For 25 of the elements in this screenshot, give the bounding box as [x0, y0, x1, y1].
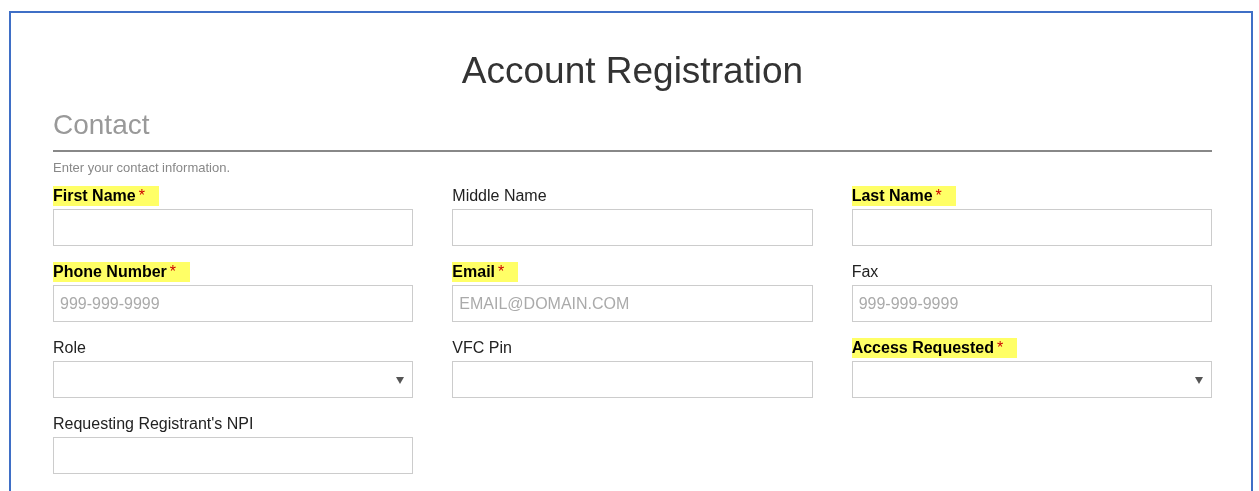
caret-icon — [396, 377, 405, 384]
field-label: Role — [53, 338, 87, 358]
field-label: Email * — [452, 262, 519, 282]
field-label: Access Requested * — [851, 338, 1018, 358]
field-label: Requesting Registrant's NPI — [53, 414, 255, 434]
field-label: Middle Name — [452, 186, 548, 206]
input-field[interactable]: 999-999-9999 — [851, 285, 1212, 322]
input-field[interactable] — [452, 209, 813, 246]
caret-icon — [1195, 377, 1203, 384]
input-field[interactable] — [53, 437, 414, 474]
page-title: Account Registration — [460, 49, 805, 93]
input-field[interactable] — [851, 209, 1212, 246]
input-field[interactable]: EMAIL@DOMAIN.COM — [452, 285, 813, 322]
field-label: VFC Pin — [452, 338, 513, 358]
input-field[interactable] — [452, 361, 813, 398]
field-label: First Name * — [53, 186, 159, 206]
field-label: Fax — [851, 262, 880, 282]
dropdown-field[interactable] — [53, 361, 414, 398]
section-hint: Enter your contact information. — [53, 160, 231, 176]
field-label: Phone Number * — [53, 262, 191, 282]
section-heading: Contact — [53, 108, 151, 142]
input-field[interactable]: 999-999-9999 — [53, 285, 414, 322]
dropdown-field[interactable] — [851, 361, 1212, 398]
field-label: Last Name * — [851, 186, 956, 206]
input-field[interactable] — [53, 209, 414, 246]
